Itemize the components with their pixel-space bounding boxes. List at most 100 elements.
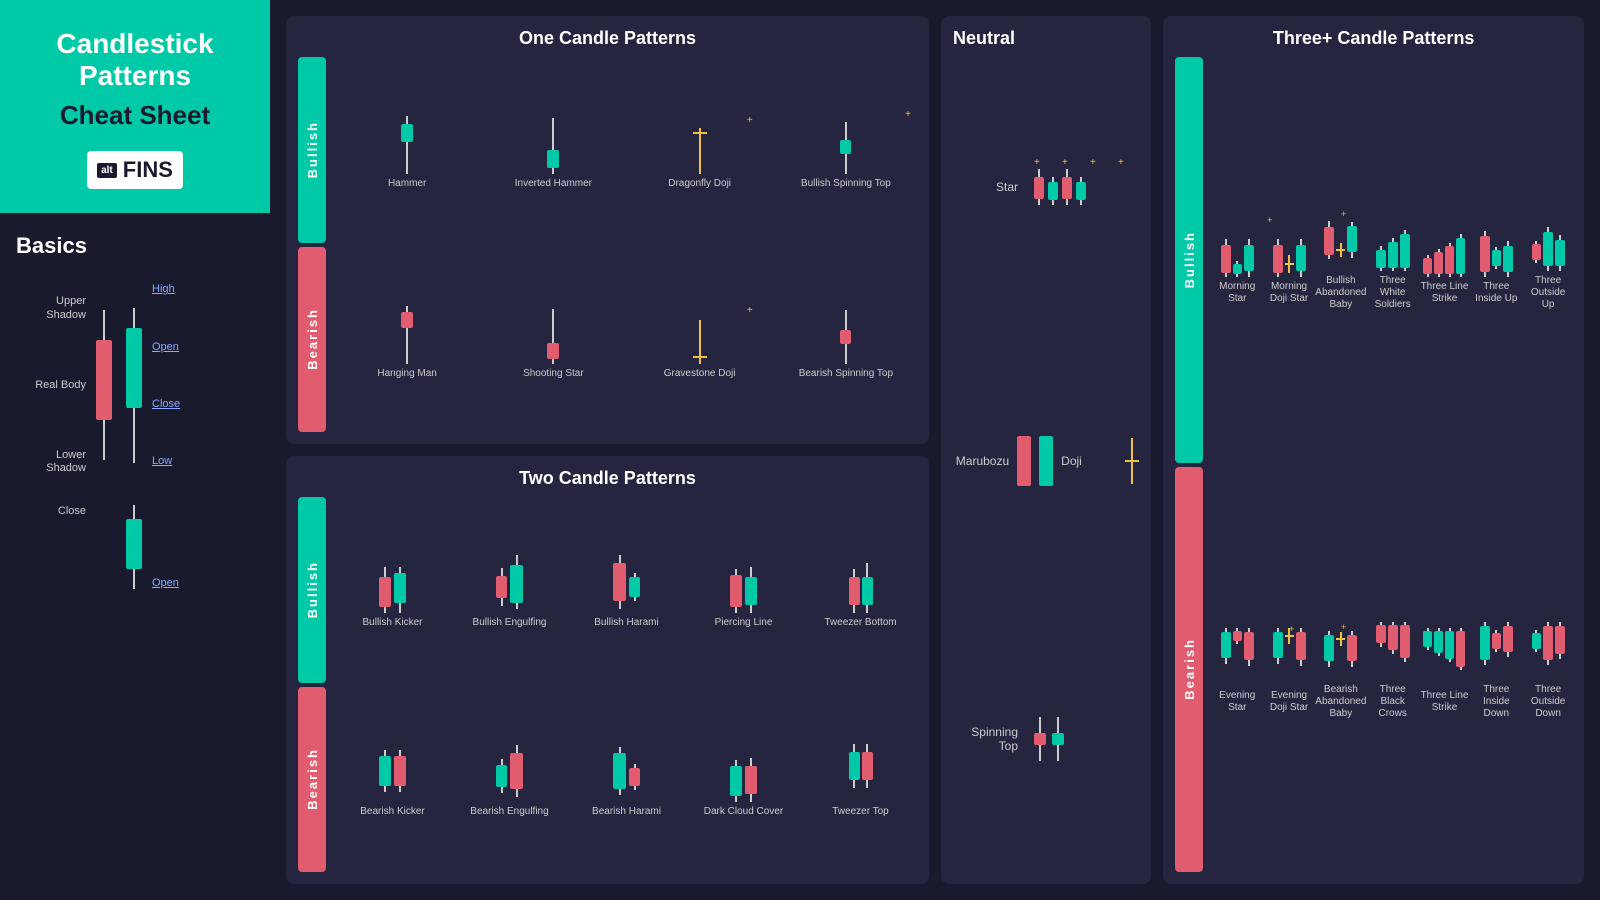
bullish-label-three: Bullish — [1182, 231, 1197, 288]
bullish-abandoned-baby-pattern: + Bullish Abandoned Baby — [1317, 209, 1365, 311]
altfins-logo: alt FINS — [87, 151, 183, 189]
basics-title: Basics — [16, 233, 254, 259]
gravestone-doji-label: Gravestone Doji — [664, 368, 736, 380]
neutral-section: Neutral Star + + + + — [941, 16, 1151, 884]
three-line-strike-bullish-pattern: Three Line Strike — [1421, 215, 1469, 305]
fins-wordmark: FINS — [123, 157, 173, 183]
dragonfly-doji-pattern: + Dragonfly Doji — [629, 109, 771, 190]
bullish-kicker-label: Bullish Kicker — [362, 617, 422, 629]
hammer-label: Hammer — [388, 178, 426, 190]
bearish-abandoned-baby-pattern: + Bearish Abandoned Baby — [1317, 618, 1365, 720]
bearish-label-three: Bearish — [1182, 638, 1197, 700]
inverted-hammer-pattern: Inverted Hammer — [482, 109, 624, 190]
hanging-man-pattern: Hanging Man — [336, 299, 478, 380]
spinning-top-pattern: Spinning Top — [953, 717, 1139, 761]
evening-doji-star-pattern: + Evening Doji Star — [1265, 624, 1313, 714]
alt-badge: alt — [97, 163, 117, 178]
three-outside-up-pattern: Three Outside Up — [1524, 209, 1572, 311]
sidebar: CandlestickPatterns Cheat Sheet alt FINS… — [0, 0, 270, 900]
bullish-bar-two: Bullish — [298, 497, 326, 683]
hammer-pattern: Hammer — [336, 109, 478, 190]
open-label: Open — [152, 341, 207, 353]
lower-shadow-label: LowerShadow — [16, 449, 86, 475]
bearish-engulfing-pattern: Bearish Engulfing — [453, 740, 566, 818]
bullish-abandoned-baby-label: Bullish Abandoned Baby — [1315, 275, 1366, 311]
three-line-strike-bearish-label: Three Line Strike — [1421, 690, 1469, 714]
marubozu-doji-pattern: Marubozu Doji — [953, 436, 1139, 486]
bullish-spinning-top-label: Bullish Spinning Top — [801, 178, 891, 190]
bearish-abandoned-baby-label: Bearish Abandoned Baby — [1315, 684, 1366, 720]
sidebar-header: CandlestickPatterns Cheat Sheet alt FINS — [0, 0, 270, 213]
morning-doji-star-pattern: + Morning Doji Star — [1265, 215, 1313, 305]
tweezer-bottom-pattern: Tweezer Bottom — [804, 551, 917, 629]
three-line-strike-bullish-label: Three Line Strike — [1421, 281, 1469, 305]
bearish-kicker-pattern: Bearish Kicker — [336, 740, 449, 818]
bearish-label-one: Bearish — [305, 308, 320, 370]
dark-cloud-cover-pattern: Dark Cloud Cover — [687, 740, 800, 818]
three-line-strike-bearish-pattern: Three Line Strike — [1421, 624, 1469, 714]
bullish-label-one: Bullish — [305, 121, 320, 178]
bullish-kicker-pattern: Bullish Kicker — [336, 551, 449, 629]
three-inside-up-label: Three Inside Up — [1472, 281, 1520, 305]
bullish-spinning-top-pattern: + Bullish Spinning Top — [775, 109, 917, 190]
three-inside-down-pattern: Three Inside Down — [1472, 618, 1520, 720]
morning-star-pattern: Morning Star — [1213, 215, 1261, 305]
three-inside-up-pattern: Three Inside Up — [1472, 215, 1520, 305]
bearish-kicker-label: Bearish Kicker — [360, 806, 424, 818]
three-black-crows-label: Three Black Crows — [1369, 684, 1417, 720]
bullish-harami-label: Bullish Harami — [594, 617, 658, 629]
high-label: High — [152, 283, 207, 295]
sidebar-title: CandlestickPatterns — [24, 28, 246, 92]
three-outside-up-label: Three Outside Up — [1524, 275, 1572, 311]
evening-doji-star-label: Evening Doji Star — [1265, 690, 1313, 714]
three-plus-title: Three+ Candle Patterns — [1175, 28, 1572, 49]
three-white-soldiers-label: Three White Soldiers — [1369, 275, 1417, 311]
gravestone-doji-pattern: + Gravestone Doji — [629, 299, 771, 380]
dragonfly-doji-label: Dragonfly Doji — [668, 178, 731, 190]
bullish-bar-three: Bullish — [1175, 57, 1203, 463]
shooting-star-pattern: Shooting Star — [482, 299, 624, 380]
bullish-bar-one: Bullish — [298, 57, 326, 243]
bullish-engulfing-pattern: Bullish Engulfing — [453, 551, 566, 629]
bearish-bar-three: Bearish — [1175, 467, 1203, 873]
low-label: Low — [152, 455, 207, 467]
bullish-patterns-three: Morning Star + Morning Doji Star — [1213, 57, 1572, 463]
inverted-hammer-label: Inverted Hammer — [515, 178, 592, 190]
bearish-label-two: Bearish — [305, 748, 320, 810]
tweezer-top-pattern: Tweezer Top — [804, 740, 917, 818]
bearish-patterns-three: Evening Star + Evening Doji Star — [1213, 467, 1572, 873]
two-candle-title: Two Candle Patterns — [298, 468, 917, 489]
dark-cloud-cover-label: Dark Cloud Cover — [704, 806, 783, 818]
shooting-star-label: Shooting Star — [523, 368, 584, 380]
bullish-engulfing-label: Bullish Engulfing — [473, 617, 547, 629]
star-pattern: Star + + + + — [953, 169, 1139, 205]
bearish-patterns-one: Hanging Man Shooting Star — [336, 247, 917, 433]
bearish-bar-one: Bearish — [298, 247, 326, 433]
three-black-crows-pattern: Three Black Crows — [1369, 618, 1417, 720]
bearish-spinning-top-label: Bearish Spinning Top — [799, 368, 893, 380]
bearish-harami-pattern: Bearish Harami — [570, 740, 683, 818]
tweezer-top-label: Tweezer Top — [832, 806, 889, 818]
bearish-harami-label: Bearish Harami — [592, 806, 661, 818]
neutral-title: Neutral — [953, 28, 1139, 49]
bullish-patterns-two: Bullish Kicker — [336, 497, 917, 683]
basics-section: Basics UpperShadow Real Body LowerShadow — [0, 213, 270, 900]
bearish-bar-two: Bearish — [298, 687, 326, 873]
marubozu-label: Marubozu — [953, 454, 1009, 468]
three-inside-down-label: Three Inside Down — [1472, 684, 1520, 720]
bearish-patterns-two: Bearish Kicker — [336, 687, 917, 873]
morning-doji-star-label: Morning Doji Star — [1265, 281, 1313, 305]
piercing-line-pattern: Piercing Line — [687, 551, 800, 629]
bullish-patterns-one: Hammer Inverted Hammer — [336, 57, 917, 243]
three-white-soldiers-pattern: Three White Soldiers — [1369, 209, 1417, 311]
three-plus-section: Three+ Candle Patterns Bullish — [1163, 16, 1584, 884]
piercing-line-label: Piercing Line — [715, 617, 773, 629]
bullish-harami-pattern: Bullish Harami — [570, 551, 683, 629]
evening-star-label: Evening Star — [1213, 690, 1261, 714]
one-candle-section: One Candle Patterns Bullish — [286, 16, 929, 444]
two-candle-section: Two Candle Patterns Bullish — [286, 456, 929, 884]
spinning-top-label: Spinning Top — [953, 725, 1018, 753]
hanging-man-label: Hanging Man — [377, 368, 436, 380]
bullish-label-two: Bullish — [305, 561, 320, 618]
star-label: Star — [953, 180, 1018, 194]
